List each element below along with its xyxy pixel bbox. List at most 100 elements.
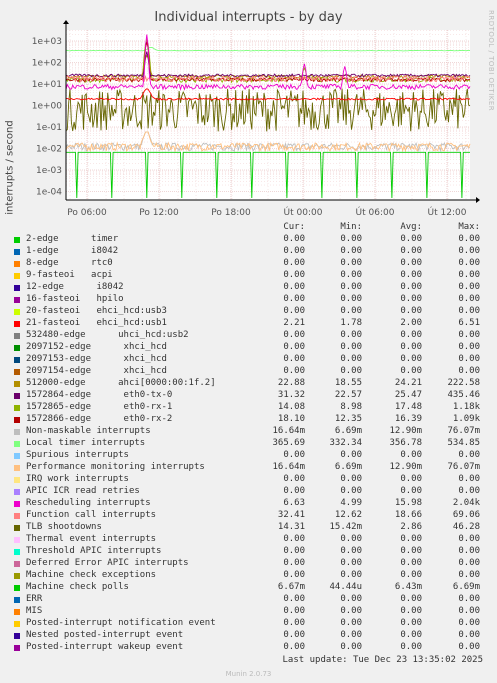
legend-min-value: 0.00 <box>340 258 362 268</box>
legend-series-name: 20-fasteoi ehci_hcd:usb3 <box>26 306 167 316</box>
legend-row: Machine check exceptions 0.00 0.00 0.00 0.00 <box>0 570 497 582</box>
legend-min-value: 0.00 <box>340 366 362 376</box>
legend-series-name: 1572864-edge eth0-tx-0 <box>26 390 173 400</box>
legend-max-value: 435.46 <box>447 390 480 400</box>
legend-swatch <box>14 381 20 387</box>
legend-row: Local timer interrupts 365.69 332.34 356.78… <box>0 438 497 450</box>
legend-max-value: 1.09k <box>452 414 480 424</box>
legend-swatch <box>14 549 20 555</box>
legend-min-value: 4.99 <box>340 498 362 508</box>
legend-min-value: 0.00 <box>340 246 362 256</box>
legend-cur-value: 365.69 <box>272 438 305 448</box>
legend-swatch <box>14 297 20 303</box>
y-tick-label: 1e+01 <box>32 80 62 90</box>
legend-column-header: Max: <box>458 222 480 232</box>
legend-avg-value: 6.43m <box>394 582 422 592</box>
legend-min-value: 0.00 <box>340 450 362 460</box>
legend-swatch <box>14 561 20 567</box>
legend-column-header: Avg: <box>400 222 422 232</box>
legend-avg-value: 18.66 <box>394 510 422 520</box>
legend-swatch <box>14 585 20 591</box>
legend-min-value: 0.00 <box>340 330 362 340</box>
legend-min-value: 6.69m <box>334 462 362 472</box>
legend-max-value: 0.00 <box>458 282 480 292</box>
munin-version: Munin 2.0.73 <box>225 670 272 678</box>
legend-avg-value: 0.00 <box>400 450 422 460</box>
legend-swatch <box>14 333 20 339</box>
legend-cur-value: 0.00 <box>283 246 305 256</box>
legend-min-value: 0.00 <box>340 570 362 580</box>
legend-max-value: 0.00 <box>458 234 480 244</box>
legend-min-value: 18.55 <box>334 378 362 388</box>
legend-max-value: 0.00 <box>458 306 480 316</box>
legend-row: 1572866-edge eth0-rx-2 18.10 12.35 16.39 1.0… <box>0 414 497 426</box>
legend-series-name: Local timer interrupts <box>26 438 146 448</box>
legend-max-value: 222.58 <box>447 378 480 388</box>
y-tick-label: 1e+02 <box>32 59 62 69</box>
legend-avg-value: 0.00 <box>400 630 422 640</box>
legend-cur-value: 0.00 <box>283 474 305 484</box>
legend-row: 2-edge timer 0.00 0.00 0.00 0.00 <box>0 234 497 246</box>
legend-min-value: 0.00 <box>340 630 362 640</box>
legend-cur-value: 0.00 <box>283 330 305 340</box>
y-tick-label: 1e+00 <box>32 102 63 112</box>
legend-series-name: 8-edge rtc0 <box>26 258 113 268</box>
legend-min-value: 44.44u <box>329 582 362 592</box>
legend-min-value: 0.00 <box>340 606 362 616</box>
legend-max-value: 0.00 <box>458 594 480 604</box>
chart-plot: 1e+03 1e+02 1e+01 1e+00 1e-01 1e-02 1e-03 1e-04… <box>32 20 480 218</box>
legend-min-value: 15.42m <box>329 522 362 532</box>
legend-min-value: 12.35 <box>334 414 362 424</box>
legend-cur-value: 0.00 <box>283 342 305 352</box>
legend-avg-value: 0.00 <box>400 294 422 304</box>
legend-max-value: 69.06 <box>452 510 480 520</box>
legend-max-value: 0.00 <box>458 630 480 640</box>
legend-cur-value: 6.67m <box>277 582 305 592</box>
legend-column-header: Min: <box>340 222 362 232</box>
legend-max-value: 0.00 <box>458 450 480 460</box>
legend-cur-value: 0.00 <box>283 606 305 616</box>
legend-row: 532480-edge uhci_hcd:usb2 0.00 0.00 0.00 0.0… <box>0 330 497 342</box>
legend-cur-value: 0.00 <box>283 558 305 568</box>
legend-swatch <box>14 309 20 315</box>
legend-min-value: 0.00 <box>340 354 362 364</box>
legend-max-value: 6.51 <box>458 318 480 328</box>
legend-swatch <box>14 453 20 459</box>
legend-swatch <box>14 489 20 495</box>
y-tick-label: 1e-01 <box>36 123 62 133</box>
legend-series-name: 1572866-edge eth0-rx-2 <box>26 414 173 424</box>
legend-swatch <box>14 645 20 651</box>
legend-cur-value: 0.00 <box>283 546 305 556</box>
legend-swatch <box>14 417 20 423</box>
legend-row: Non-maskable interrupts 16.64m 6.69m 12.90m… <box>0 426 497 438</box>
legend-avg-value: 17.48 <box>394 402 422 412</box>
legend-series-name: 2097153-edge xhci_hcd <box>26 354 167 364</box>
legend-avg-value: 0.00 <box>400 246 422 256</box>
legend-max-value: 46.28 <box>452 522 480 532</box>
legend-swatch <box>14 345 20 351</box>
legend-series-name: Spurious interrupts <box>26 450 129 460</box>
legend-min-value: 0.00 <box>340 642 362 652</box>
legend-row: Performance monitoring interrupts 16.64m 6… <box>0 462 497 474</box>
legend-min-value: 0.00 <box>340 618 362 628</box>
legend-cur-value: 0.00 <box>283 570 305 580</box>
legend-swatch <box>14 273 20 279</box>
legend-avg-value: 0.00 <box>400 258 422 268</box>
legend-cur-value: 0.00 <box>283 258 305 268</box>
legend-swatch <box>14 609 20 615</box>
legend-cur-value: 0.00 <box>283 234 305 244</box>
legend-swatch <box>14 633 20 639</box>
legend-cur-value: 0.00 <box>283 354 305 364</box>
legend-min-value: 0.00 <box>340 534 362 544</box>
legend-cur-value: 14.31 <box>277 522 305 532</box>
legend-cur-value: 6.63 <box>283 498 305 508</box>
legend-swatch <box>14 285 20 291</box>
legend-cur-value: 14.08 <box>277 402 305 412</box>
legend-min-value: 0.00 <box>340 546 362 556</box>
legend-avg-value: 0.00 <box>400 546 422 556</box>
legend-swatch <box>14 513 20 519</box>
legend-max-value: 1.18k <box>452 402 480 412</box>
legend-max-value: 0.00 <box>458 606 480 616</box>
legend-swatch <box>14 537 20 543</box>
legend-swatch <box>14 525 20 531</box>
